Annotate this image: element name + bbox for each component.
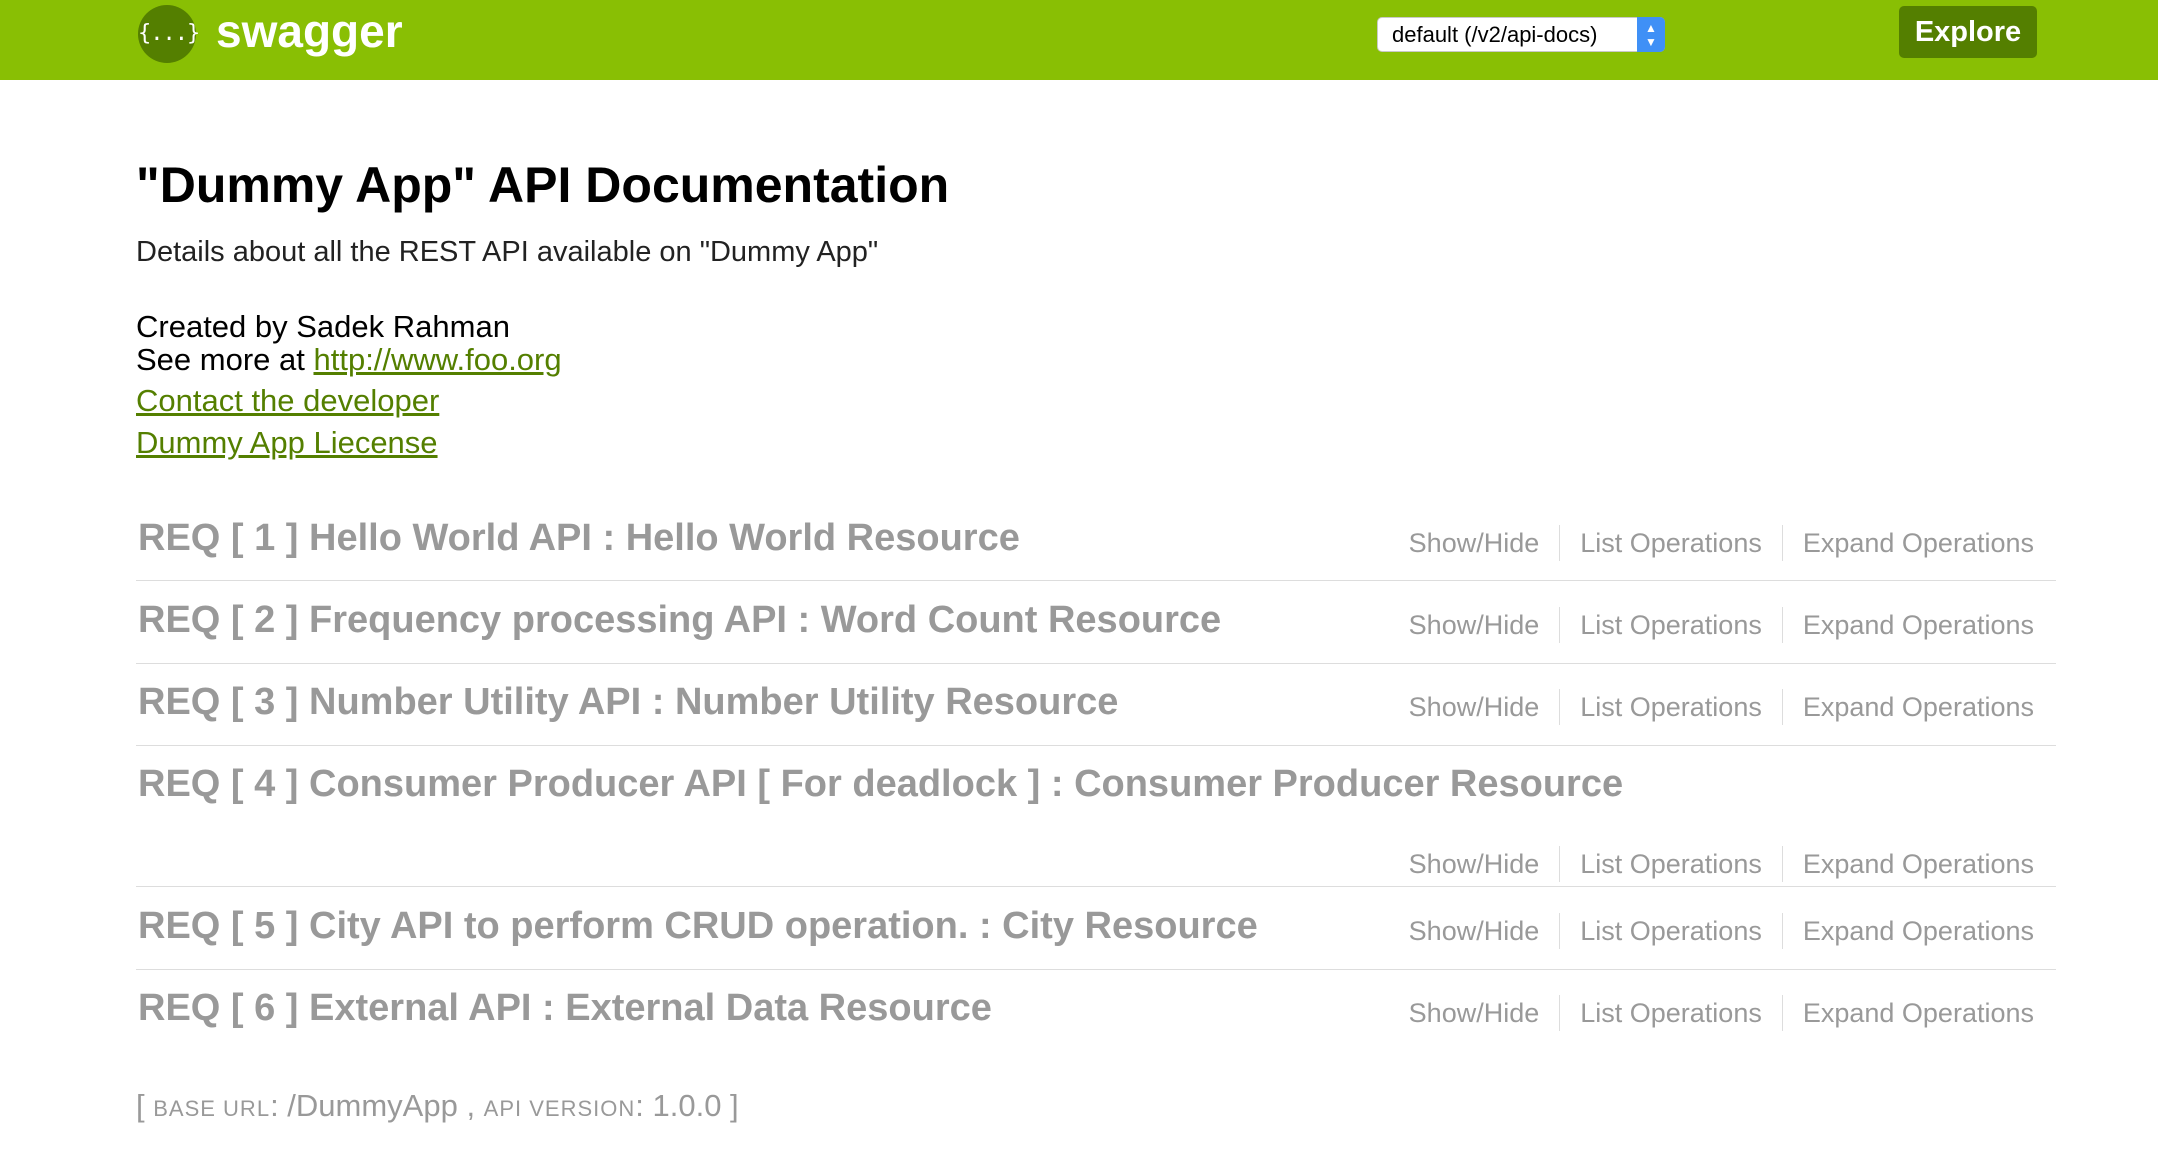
show-hide-link[interactable]: Show/Hide (1389, 913, 1560, 949)
list-operations-link[interactable]: List Operations (1559, 995, 1782, 1031)
resource-operations: Show/Hide List Operations Expand Operati… (1389, 995, 2034, 1031)
top-header-bar: {...} swagger default (/v2/api-docs) ▲ ▼ … (0, 0, 2158, 80)
expand-operations-link[interactable]: Expand Operations (1781, 689, 2034, 725)
divider (136, 663, 2056, 664)
resource-operations: Show/Hide List Operations Expand Operati… (1389, 525, 2034, 561)
select-arrows-icon: ▲ ▼ (1637, 17, 1665, 52)
api-version-value: : 1.0.0 ] (635, 1088, 739, 1123)
explore-button[interactable]: Explore (1899, 6, 2037, 58)
resource-section: REQ [ 4 ] Consumer Producer API [ For de… (136, 761, 2056, 887)
resource-operations: Show/Hide List Operations Expand Operati… (1389, 689, 2034, 725)
swagger-logo-icon[interactable]: {...} (138, 5, 200, 63)
resource-title[interactable]: REQ [ 2 ] Frequency processing API : Wor… (138, 597, 1221, 643)
expand-operations-link[interactable]: Expand Operations (1781, 995, 2034, 1031)
list-operations-link[interactable]: List Operations (1559, 607, 1782, 643)
show-hide-link[interactable]: Show/Hide (1389, 607, 1560, 643)
show-hide-link[interactable]: Show/Hide (1389, 995, 1560, 1031)
list-operations-link[interactable]: List Operations (1559, 525, 1782, 561)
resource-section: REQ [ 5 ] City API to perform CRUD opera… (136, 903, 2056, 970)
list-operations-link[interactable]: List Operations (1559, 689, 1782, 725)
expand-operations-link[interactable]: Expand Operations (1781, 846, 2034, 882)
list-operations-link[interactable]: List Operations (1559, 913, 1782, 949)
page-title: "Dummy App" API Documentation (136, 157, 950, 213)
resource-title[interactable]: REQ [ 6 ] External API : External Data R… (138, 985, 992, 1031)
resource-section: REQ [ 2 ] Frequency processing API : Wor… (136, 597, 2056, 664)
divider (136, 969, 2056, 970)
list-operations-link[interactable]: List Operations (1559, 846, 1782, 882)
resource-title[interactable]: REQ [ 5 ] City API to perform CRUD opera… (138, 903, 1258, 949)
show-hide-link[interactable]: Show/Hide (1389, 846, 1560, 882)
api-spec-select[interactable]: default (/v2/api-docs) ▲ ▼ (1377, 17, 1665, 52)
resource-operations: Show/Hide List Operations Expand Operati… (1389, 913, 2034, 949)
created-by-text: Created by Sadek Rahman (136, 309, 510, 344)
divider (136, 745, 2056, 746)
expand-operations-link[interactable]: Expand Operations (1781, 913, 2034, 949)
base-url-label: base url (153, 1096, 271, 1121)
contact-developer-link[interactable]: Contact the developer (136, 383, 439, 419)
swagger-logo-text[interactable]: swagger (216, 2, 403, 60)
api-version-label: api version (483, 1096, 636, 1121)
api-spec-select-value: default (/v2/api-docs) (1392, 22, 1598, 47)
show-hide-link[interactable]: Show/Hide (1389, 689, 1560, 725)
see-more-link[interactable]: http://www.foo.org (313, 342, 561, 377)
expand-operations-link[interactable]: Expand Operations (1781, 607, 2034, 643)
see-more-prefix: See more at (136, 342, 314, 377)
resource-operations: Show/Hide List Operations Expand Operati… (1389, 846, 2034, 882)
resource-section: REQ [ 6 ] External API : External Data R… (136, 985, 2056, 1051)
divider (136, 580, 2056, 581)
footer-open-bracket: [ (136, 1088, 154, 1123)
show-hide-link[interactable]: Show/Hide (1389, 525, 1560, 561)
see-more-line: See more at http://www.foo.org (136, 342, 562, 378)
expand-operations-link[interactable]: Expand Operations (1781, 525, 2034, 561)
base-url-footer: [ base url: /DummyApp , api version: 1.0… (136, 1086, 739, 1129)
api-description: Details about all the REST API available… (136, 236, 879, 268)
divider (136, 886, 2056, 887)
base-url-value: : /DummyApp , (270, 1088, 484, 1123)
resource-title[interactable]: REQ [ 1 ] Hello World API : Hello World … (138, 515, 1020, 561)
resource-operations: Show/Hide List Operations Expand Operati… (1389, 607, 2034, 643)
resource-section: REQ [ 1 ] Hello World API : Hello World … (136, 515, 2056, 581)
license-link[interactable]: Dummy App Liecense (136, 425, 438, 461)
resource-section: REQ [ 3 ] Number Utility API : Number Ut… (136, 679, 2056, 746)
resource-title[interactable]: REQ [ 4 ] Consumer Producer API [ For de… (138, 761, 1623, 807)
resource-title[interactable]: REQ [ 3 ] Number Utility API : Number Ut… (138, 679, 1118, 725)
